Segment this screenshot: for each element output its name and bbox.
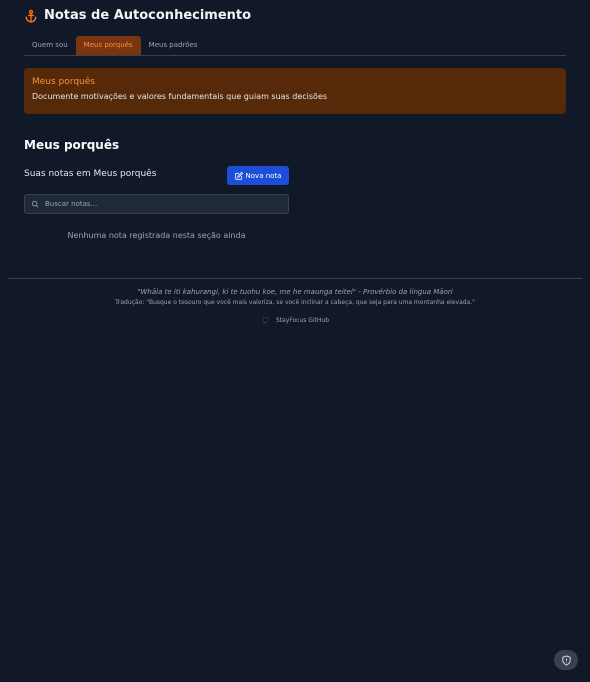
- empty-state-text: Nenhuma nota registrada nesta seção aind…: [67, 231, 246, 240]
- section-title: Meus porquês: [24, 138, 120, 152]
- footer-quote: "Whāia te iti kahurangi, ki te tuohu koe…: [137, 288, 453, 296]
- banner-title: Meus porquês: [32, 77, 95, 87]
- new-note-label: Nova nota: [245, 171, 282, 180]
- search-icon: [31, 200, 39, 208]
- page-title: Notas de Autoconhecimento: [44, 8, 252, 23]
- shield-alert-icon: [561, 654, 571, 666]
- search-box: [24, 194, 289, 214]
- info-banner: Meus porquês Documente motivações e valo…: [24, 68, 566, 114]
- footer-divider: [8, 278, 582, 279]
- tab-quem-sou[interactable]: Quem sou: [24, 36, 76, 55]
- section-subtitle: Suas notas em Meus porquês: [24, 169, 157, 179]
- tab-bar: Quem sou Meus porquês Meus padrões: [24, 36, 566, 56]
- anchor-icon: [25, 9, 37, 22]
- floating-shield-button[interactable]: [554, 650, 578, 670]
- banner-description: Documente motivações e valores fundament…: [32, 92, 328, 101]
- github-link-label: StayFocus GitHub: [275, 317, 330, 324]
- tab-meus-padroes[interactable]: Meus padrões: [141, 36, 206, 55]
- tab-meus-porques[interactable]: Meus porquês: [75, 36, 141, 55]
- footer-translation: Tradução: "Busque o tesouro que você mai…: [115, 299, 475, 306]
- new-note-button[interactable]: Nova nota: [227, 166, 289, 185]
- edit-icon: [234, 171, 243, 180]
- page-header: Notas de Autoconhecimento: [24, 8, 251, 23]
- github-icon: [261, 316, 270, 325]
- github-link[interactable]: StayFocus GitHub: [0, 316, 590, 325]
- search-input[interactable]: [45, 200, 275, 208]
